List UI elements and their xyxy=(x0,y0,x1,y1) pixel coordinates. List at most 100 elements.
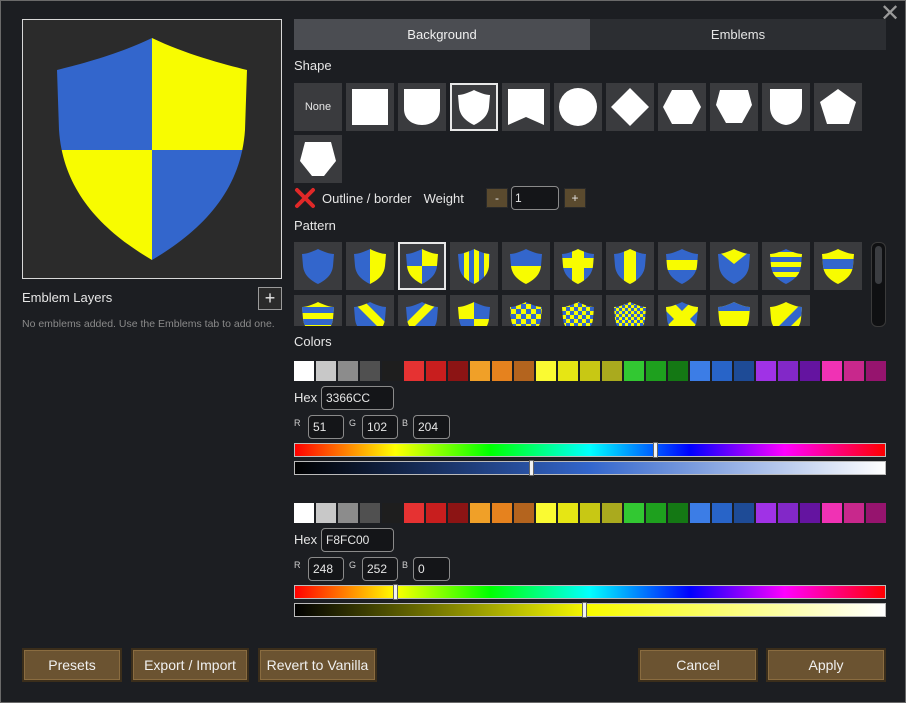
primary-color-swatch[interactable] xyxy=(800,361,820,381)
primary-hue-handle[interactable] xyxy=(653,442,659,458)
pattern-option-quarterly-2[interactable] xyxy=(450,295,498,326)
primary-color-swatch[interactable] xyxy=(778,361,798,381)
shape-heater-option[interactable] xyxy=(398,83,446,131)
pattern-option-checky-diamond[interactable] xyxy=(554,295,602,326)
secondary-color-swatch[interactable] xyxy=(800,503,820,523)
primary-color-swatch[interactable] xyxy=(316,361,336,381)
secondary-g-input[interactable] xyxy=(362,557,398,581)
secondary-color-swatch[interactable] xyxy=(866,503,886,523)
pattern-option-barry[interactable] xyxy=(762,242,810,290)
secondary-color-swatch[interactable] xyxy=(734,503,754,523)
pattern-option-paly[interactable] xyxy=(450,242,498,290)
add-layer-button[interactable]: + xyxy=(258,287,282,310)
primary-color-swatch[interactable] xyxy=(602,361,622,381)
pattern-option-per-fess[interactable] xyxy=(502,242,550,290)
primary-color-swatch[interactable] xyxy=(822,361,842,381)
presets-button[interactable]: Presets xyxy=(22,648,122,682)
secondary-color-swatch[interactable] xyxy=(316,503,336,523)
outline-disabled-icon[interactable] xyxy=(294,187,316,209)
secondary-color-swatch[interactable] xyxy=(558,503,578,523)
primary-color-swatch[interactable] xyxy=(558,361,578,381)
secondary-color-swatch[interactable] xyxy=(426,503,446,523)
pattern-option-fess[interactable] xyxy=(658,242,706,290)
cancel-button[interactable]: Cancel xyxy=(638,648,758,682)
secondary-color-swatch[interactable] xyxy=(470,503,490,523)
primary-color-swatch[interactable] xyxy=(360,361,380,381)
secondary-color-swatch[interactable] xyxy=(668,503,688,523)
primary-color-swatch[interactable] xyxy=(646,361,666,381)
pattern-option-quarterly[interactable] xyxy=(398,242,446,290)
secondary-hex-input[interactable] xyxy=(321,528,394,552)
primary-brightness-handle[interactable] xyxy=(528,460,534,476)
shape-diamond-option[interactable] xyxy=(606,83,654,131)
pattern-option-per-pale[interactable] xyxy=(346,242,394,290)
pattern-option-bend-sinister[interactable] xyxy=(398,295,446,326)
secondary-hue-handle[interactable] xyxy=(392,584,398,600)
primary-color-swatch[interactable] xyxy=(338,361,358,381)
secondary-color-swatch[interactable] xyxy=(360,503,380,523)
primary-color-swatch[interactable] xyxy=(756,361,776,381)
secondary-color-swatch[interactable] xyxy=(756,503,776,523)
secondary-color-swatch[interactable] xyxy=(580,503,600,523)
secondary-color-swatch[interactable] xyxy=(338,503,358,523)
secondary-brightness-slider[interactable] xyxy=(294,602,886,618)
pattern-scrollbar-thumb[interactable] xyxy=(875,246,882,284)
weight-increase-button[interactable]: + xyxy=(564,188,586,208)
shape-round-shield-option[interactable] xyxy=(762,83,810,131)
secondary-r-input[interactable] xyxy=(308,557,344,581)
secondary-color-swatch[interactable] xyxy=(448,503,468,523)
revert-to-vanilla-button[interactable]: Revert to Vanilla xyxy=(258,648,377,682)
secondary-color-swatch[interactable] xyxy=(514,503,534,523)
weight-input[interactable] xyxy=(511,186,559,210)
pattern-option-chevron-point[interactable] xyxy=(710,242,758,290)
secondary-color-swatch[interactable] xyxy=(404,503,424,523)
secondary-b-input[interactable] xyxy=(413,557,450,581)
pattern-option-bend-3[interactable] xyxy=(762,295,810,326)
pattern-scrollbar[interactable] xyxy=(871,242,886,327)
tab-background[interactable]: Background xyxy=(294,19,590,50)
shape-kite-option[interactable] xyxy=(450,83,498,131)
shape-banner-option[interactable] xyxy=(502,83,550,131)
secondary-color-swatch[interactable] xyxy=(294,503,314,523)
shape-house-pentagon-option[interactable] xyxy=(294,135,342,183)
shape-rounded-hexagon-option[interactable] xyxy=(710,83,758,131)
secondary-color-swatch[interactable] xyxy=(778,503,798,523)
secondary-color-swatch[interactable] xyxy=(382,503,402,523)
shape-circle-option[interactable] xyxy=(554,83,602,131)
primary-color-swatch[interactable] xyxy=(668,361,688,381)
pattern-option-barry-2[interactable] xyxy=(294,295,342,326)
primary-color-swatch[interactable] xyxy=(866,361,886,381)
secondary-color-swatch[interactable] xyxy=(536,503,556,523)
primary-color-swatch[interactable] xyxy=(690,361,710,381)
pattern-option-checky-small[interactable] xyxy=(502,295,550,326)
pattern-option-fess-wide[interactable] xyxy=(814,242,862,290)
primary-color-swatch[interactable] xyxy=(844,361,864,381)
secondary-color-swatch[interactable] xyxy=(624,503,644,523)
primary-r-input[interactable] xyxy=(308,415,344,439)
tab-emblems[interactable]: Emblems xyxy=(590,19,886,50)
primary-color-swatch[interactable] xyxy=(580,361,600,381)
primary-b-input[interactable] xyxy=(413,415,450,439)
export-import-button[interactable]: Export / Import xyxy=(131,648,249,682)
pattern-option-checky-fine[interactable] xyxy=(606,295,654,326)
pattern-option-pale[interactable] xyxy=(606,242,654,290)
secondary-color-swatch[interactable] xyxy=(712,503,732,523)
primary-color-swatch[interactable] xyxy=(514,361,534,381)
secondary-color-swatch[interactable] xyxy=(602,503,622,523)
secondary-hue-slider[interactable] xyxy=(294,584,886,600)
secondary-brightness-handle[interactable] xyxy=(582,602,588,618)
primary-color-swatch[interactable] xyxy=(712,361,732,381)
secondary-color-swatch[interactable] xyxy=(690,503,710,523)
shape-square-option[interactable] xyxy=(346,83,394,131)
shape-none-option[interactable]: None xyxy=(294,83,342,131)
secondary-color-swatch[interactable] xyxy=(844,503,864,523)
primary-color-swatch[interactable] xyxy=(536,361,556,381)
pattern-option-solid[interactable] xyxy=(294,242,342,290)
secondary-color-swatch[interactable] xyxy=(822,503,842,523)
primary-color-swatch[interactable] xyxy=(470,361,490,381)
apply-button[interactable]: Apply xyxy=(766,648,886,682)
shape-pentagon-option[interactable] xyxy=(814,83,862,131)
pattern-option-bend[interactable] xyxy=(346,295,394,326)
primary-color-swatch[interactable] xyxy=(624,361,644,381)
weight-decrease-button[interactable]: - xyxy=(486,188,508,208)
